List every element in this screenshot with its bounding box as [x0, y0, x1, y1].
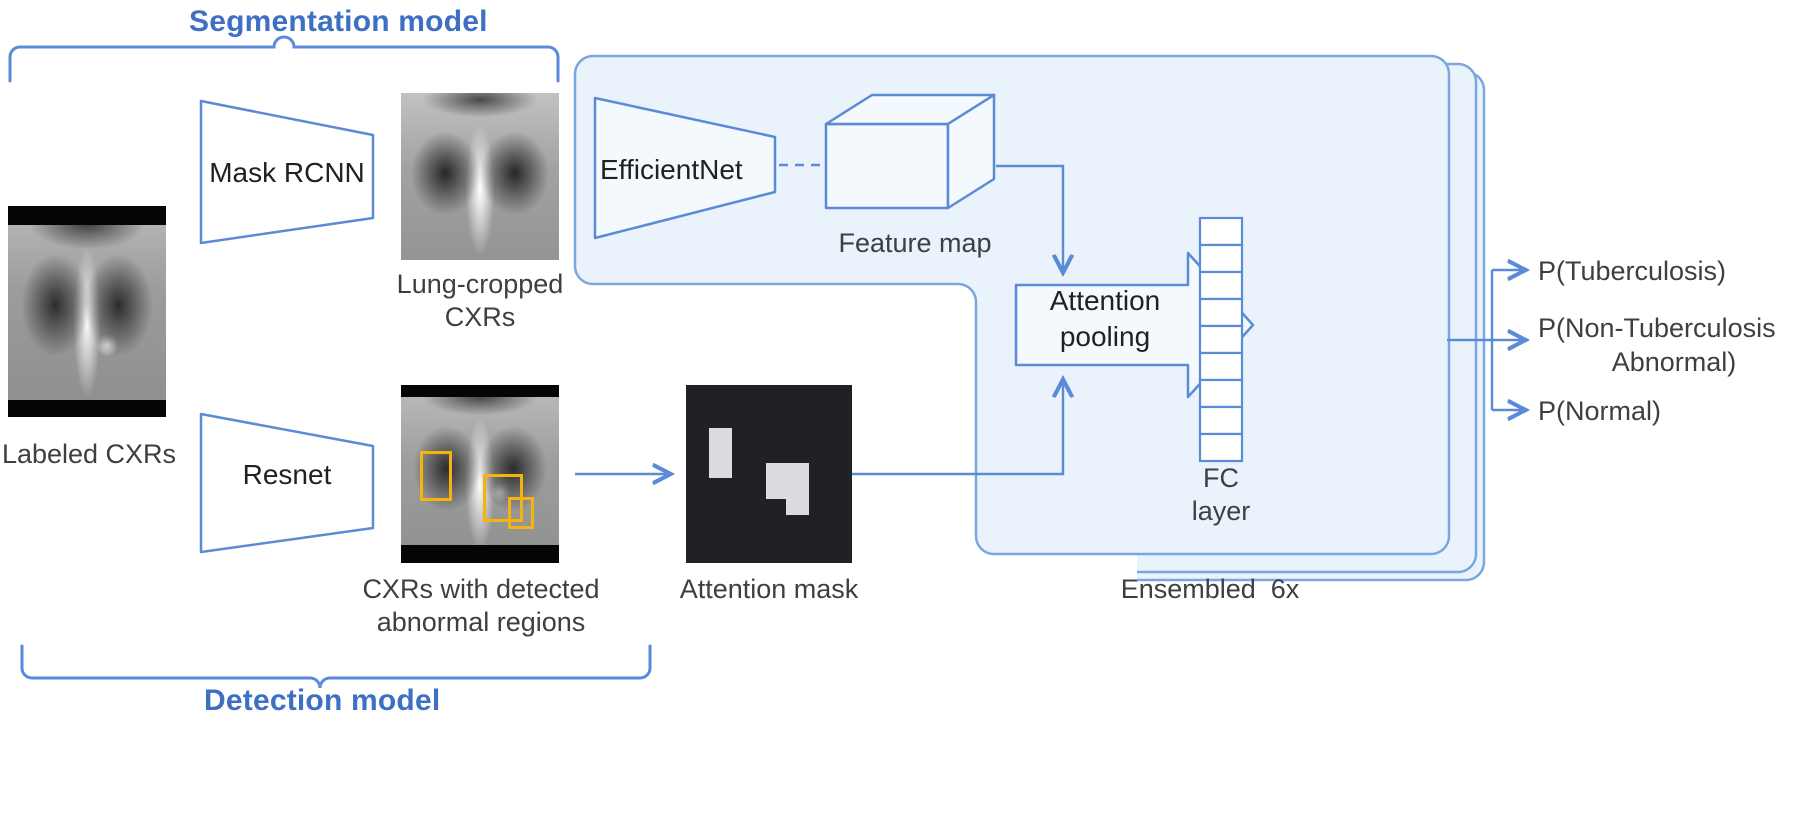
detected-regions-caption-line2: abnormal regions	[376, 607, 586, 637]
lung-cropped-caption-line1: Lung-cropped	[396, 269, 564, 299]
attention-mask-caption: Attention mask	[679, 574, 859, 604]
attention-pooling-label-line2: pooling	[1059, 321, 1151, 352]
lung-cropped-caption-line2: CXRs	[444, 302, 516, 332]
output-tuberculosis: P(Tuberculosis)	[1538, 256, 1727, 286]
feature-map-caption: Feature map	[838, 228, 992, 258]
output-normal: P(Normal)	[1538, 396, 1662, 426]
diagram-canvas: Segmentation model Detection model Mask …	[0, 0, 1813, 821]
labeled-cxrs-caption: Labeled CXRs	[1, 439, 177, 469]
detected-regions-cxr-image	[401, 385, 559, 563]
attention-mask-blob-1	[709, 427, 733, 478]
ensembled-caption: Ensembled 6x	[1120, 574, 1300, 604]
detection-model-label: Detection model	[204, 684, 441, 717]
labeled-cxr-image	[8, 206, 166, 417]
detection-box-3	[508, 497, 534, 530]
attention-mask-image	[686, 385, 852, 563]
output-non-tuberculosis-abnormal-line1: P(Non-Tuberculosis	[1538, 313, 1776, 343]
fc-layer-caption-line1: FC	[1203, 463, 1239, 493]
detection-box-1	[419, 450, 452, 501]
efficientnet-label: EfficientNet	[600, 154, 743, 185]
lung-cropped-cxr-image	[401, 93, 559, 260]
attention-pooling-label-line1: Attention	[1049, 285, 1161, 316]
resnet-label: Resnet	[242, 459, 332, 490]
fc-layer-shape	[1198, 216, 1244, 463]
detection-bracket	[20, 644, 652, 689]
detected-regions-caption-line1: CXRs with detected	[362, 574, 600, 604]
feature-map-cuboid	[824, 93, 996, 210]
fc-layer-caption-line2: layer	[1191, 496, 1251, 526]
segmentation-bracket	[8, 35, 560, 83]
segmentation-model-label: Segmentation model	[189, 5, 488, 38]
mask-rcnn-label: Mask RCNN	[209, 157, 365, 188]
attention-mask-blob-3	[785, 484, 809, 515]
output-non-tuberculosis-abnormal-line2: Abnormal)	[1611, 347, 1737, 377]
